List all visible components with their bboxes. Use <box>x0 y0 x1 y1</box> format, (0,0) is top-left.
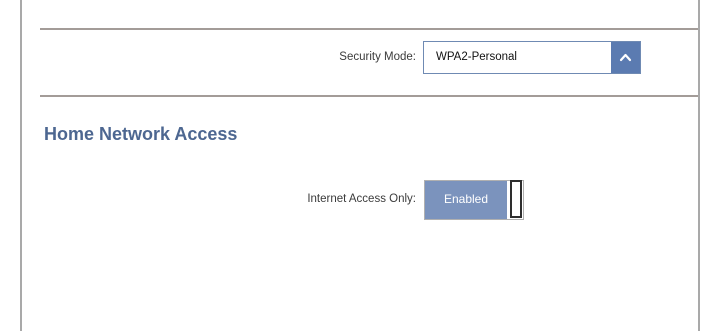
security-mode-dropdown-button[interactable] <box>611 42 640 73</box>
security-mode-value: WPA2-Personal <box>436 51 517 63</box>
divider-top <box>40 28 698 30</box>
toggle-fill: Enabled <box>425 181 507 219</box>
chevron-up-icon <box>619 53 632 62</box>
security-mode-label: Security Mode: <box>339 51 416 63</box>
security-mode-select[interactable]: WPA2-Personal <box>423 41 641 74</box>
internet-access-only-label: Internet Access Only: <box>307 193 416 205</box>
toggle-knob[interactable] <box>510 180 522 218</box>
section-title-home-network-access: Home Network Access <box>44 124 238 144</box>
settings-panel: Security Mode: WPA2-Personal Home Networ… <box>0 0 702 331</box>
top-strip <box>22 0 698 28</box>
internet-access-only-toggle[interactable]: Enabled <box>424 180 524 220</box>
divider-middle <box>40 95 698 97</box>
panel-right-border <box>698 0 700 331</box>
panel-left-border <box>20 0 22 331</box>
toggle-state-label: Enabled <box>443 192 489 206</box>
